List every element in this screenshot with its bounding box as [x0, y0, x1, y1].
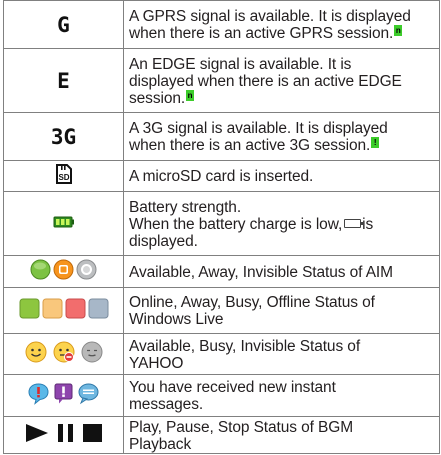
new-im-description: You have received new instant messages.	[123, 374, 440, 417]
3g-active-glyph: !	[371, 137, 380, 149]
aim-available-icon	[30, 259, 51, 279]
microsd-card-icon: SD	[55, 163, 72, 184]
gprs-icon: G	[3, 0, 124, 49]
edge-symbol: E	[57, 68, 70, 93]
live-online-icon	[19, 298, 39, 318]
aim-invisible-icon	[76, 259, 97, 279]
live-busy-icon	[65, 298, 85, 318]
3g-symbol: 3G	[50, 124, 77, 149]
bgm-playback-icons	[3, 416, 124, 454]
yahoo-busy-icon	[53, 341, 74, 362]
table-row: 3G A 3G signal is available. It is displ…	[3, 112, 440, 161]
table-row: G A GPRS signal is available. It is disp…	[3, 0, 440, 49]
yahoo-new-message-icon	[78, 383, 99, 404]
yahoo-status-icons	[3, 333, 124, 375]
windows-live-description: Online, Away, Busy, Offline Status of Wi…	[123, 287, 440, 334]
microsd-icon: SD	[3, 160, 124, 192]
edge-icon: E	[3, 48, 124, 113]
aim-new-message-icon	[28, 382, 49, 405]
yahoo-description: Available, Busy, Invisible Status of YAH…	[123, 333, 440, 375]
live-away-icon	[42, 298, 62, 318]
live-offline-icon	[88, 298, 108, 318]
yahoo-invisible-icon	[81, 341, 102, 362]
3g-description: A 3G signal is available. It is displaye…	[123, 112, 440, 161]
aim-description: Available, Away, Invisible Status of AIM	[123, 255, 440, 288]
gprs-active-glyph: n	[394, 25, 403, 37]
aim-status-icons	[3, 255, 124, 288]
edge-active-glyph: n	[186, 89, 195, 101]
status-icon-table: G A GPRS signal is available. It is disp…	[3, 0, 440, 454]
table-row: E An EDGE signal is available. It is dis…	[3, 48, 440, 113]
battery-full-icon	[53, 216, 74, 227]
table-row: You have received new instant messages.	[3, 374, 440, 417]
live-new-message-icon	[54, 383, 73, 403]
3g-icon: 3G	[3, 112, 124, 161]
table-row: Play, Pause, Stop Status of BGM Playback	[3, 416, 440, 454]
pause-icon	[57, 423, 73, 442]
battery-icon	[3, 191, 124, 256]
new-im-icons	[3, 374, 124, 417]
aim-away-icon	[53, 259, 74, 279]
svg-text:SD: SD	[58, 173, 69, 182]
stop-icon	[82, 423, 102, 442]
battery-description: Battery strength. When the battery charg…	[123, 191, 440, 256]
empty-battery-icon	[344, 218, 364, 228]
microsd-description: A microSD card is inserted.	[123, 160, 440, 192]
windows-live-status-icons	[3, 287, 124, 334]
table-row: Available, Busy, Invisible Status of YAH…	[3, 333, 440, 375]
play-icon	[25, 423, 48, 442]
gprs-description: A GPRS signal is available. It is displa…	[123, 0, 440, 49]
table-row: Online, Away, Busy, Offline Status of Wi…	[3, 287, 440, 334]
gprs-symbol: G	[57, 12, 70, 37]
table-row: Battery strength. When the battery charg…	[3, 191, 440, 256]
table-row: SD A microSD card is inserted.	[3, 160, 440, 192]
table-row: Available, Away, Invisible Status of AIM	[3, 255, 440, 288]
bgm-description: Play, Pause, Stop Status of BGM Playback	[123, 416, 440, 454]
yahoo-available-icon	[25, 341, 46, 362]
edge-description: An EDGE signal is available. It is displ…	[123, 48, 440, 113]
